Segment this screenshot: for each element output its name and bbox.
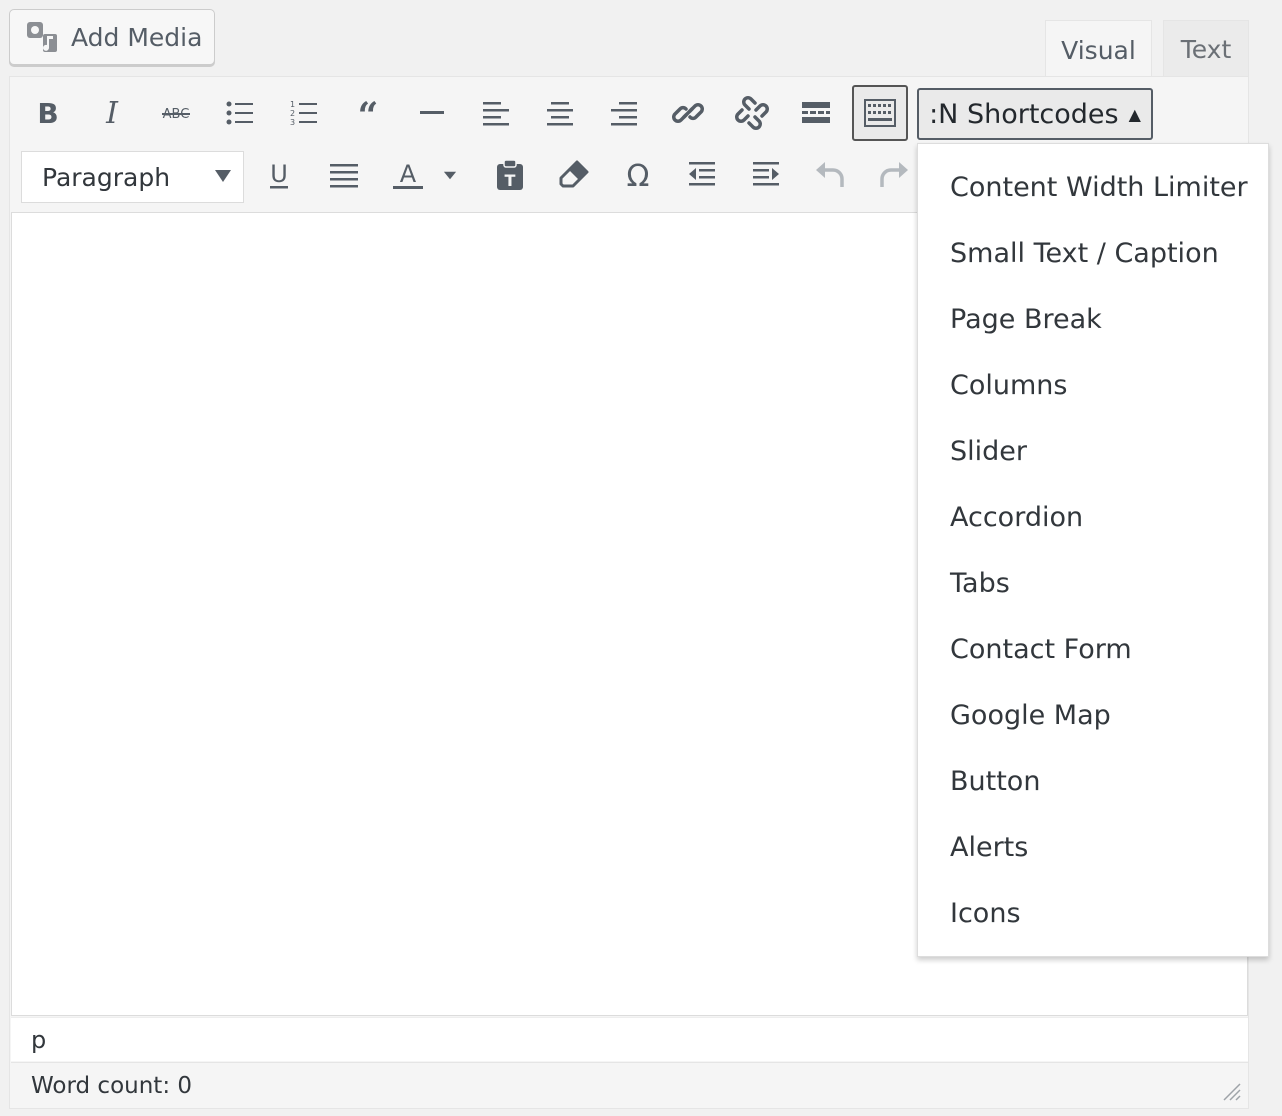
numbered-list-button[interactable]: 123 [276, 85, 332, 141]
status-bar: Word count: 0 [11, 1062, 1248, 1108]
undo-icon [816, 162, 844, 187]
blockquote-icon: “ [358, 96, 379, 130]
clear-formatting-button[interactable] [546, 147, 602, 203]
horizontal-line-icon [420, 111, 444, 114]
undo-button[interactable] [802, 147, 858, 203]
add-media-label: Add Media [71, 22, 203, 52]
svg-text:B: B [37, 97, 58, 130]
menu-item-content-width-limiter[interactable]: Content Width Limiter [918, 154, 1268, 220]
justify-icon [330, 164, 358, 188]
omega-icon: Ω [627, 159, 650, 192]
menu-item-button[interactable]: Button [918, 748, 1268, 814]
align-left-icon [483, 102, 509, 126]
link-icon [672, 103, 704, 123]
resize-handle-icon[interactable] [1220, 1080, 1242, 1102]
element-path-item[interactable]: p [31, 1026, 46, 1054]
underline-icon: U [270, 160, 288, 189]
bold-button[interactable]: B [20, 85, 76, 141]
indent-icon [753, 162, 779, 186]
menu-item-columns[interactable]: Columns [918, 352, 1268, 418]
svg-text:1: 1 [290, 100, 295, 109]
svg-text:A: A [400, 160, 417, 188]
align-center-button[interactable] [532, 85, 588, 141]
redo-button[interactable] [866, 147, 922, 203]
align-center-icon [547, 102, 573, 126]
svg-text:I: I [105, 96, 119, 130]
svg-text:3: 3 [290, 118, 295, 127]
bold-icon: B [37, 97, 58, 130]
horizontal-line-button[interactable] [404, 85, 460, 141]
svg-text:Ω: Ω [627, 159, 650, 192]
unlink-button[interactable] [724, 85, 780, 141]
svg-text:“: “ [358, 96, 379, 130]
menu-item-tabs[interactable]: Tabs [918, 550, 1268, 616]
unlink-icon [735, 96, 769, 130]
italic-button[interactable]: I [84, 85, 140, 141]
format-select-value: Paragraph [42, 162, 171, 192]
menu-item-alerts[interactable]: Alerts [918, 814, 1268, 880]
indent-button[interactable] [738, 147, 794, 203]
add-media-button[interactable]: Add Media [9, 9, 215, 65]
menu-item-slider[interactable]: Slider [918, 418, 1268, 484]
link-button[interactable] [660, 85, 716, 141]
text-color-icon: A [393, 160, 423, 189]
blockquote-button[interactable]: “ [340, 85, 396, 141]
paste-as-text-icon: T [497, 159, 523, 190]
align-right-button[interactable] [596, 85, 652, 141]
justify-button[interactable] [316, 147, 372, 203]
redo-icon [880, 162, 908, 187]
format-select[interactable]: Paragraph [21, 151, 244, 203]
menu-item-page-break[interactable]: Page Break [918, 286, 1268, 352]
element-path-bar: p [11, 1017, 1248, 1061]
strikethrough-button[interactable]: ABC [148, 85, 204, 141]
shortcodes-button[interactable]: :N Shortcodes ▲ [917, 88, 1153, 140]
shortcodes-menu: Content Width Limiter Small Text / Capti… [917, 143, 1269, 957]
menu-item-icons[interactable]: Icons [918, 880, 1268, 946]
toolbar-toggle-icon [864, 99, 896, 127]
menu-item-google-map[interactable]: Google Map [918, 682, 1268, 748]
chevron-down-icon [215, 170, 231, 182]
bulleted-list-icon [226, 101, 253, 125]
svg-text:2: 2 [290, 109, 295, 118]
bulleted-list-button[interactable] [212, 85, 268, 141]
menu-item-contact-form[interactable]: Contact Form [918, 616, 1268, 682]
menu-item-small-text-caption[interactable]: Small Text / Caption [918, 220, 1268, 286]
caret-down-icon [443, 171, 457, 180]
menu-item-accordion[interactable]: Accordion [918, 484, 1268, 550]
underline-button[interactable]: U [251, 147, 307, 203]
shortcodes-label: :N Shortcodes [929, 98, 1119, 130]
caret-up-icon: ▲ [1128, 104, 1141, 124]
outdent-icon [689, 162, 715, 186]
align-right-icon [611, 102, 637, 126]
italic-icon: I [105, 96, 119, 130]
media-icon [27, 22, 57, 52]
special-character-button[interactable]: Ω [610, 147, 666, 203]
outdent-button[interactable] [674, 147, 730, 203]
svg-text:U: U [270, 160, 288, 188]
text-color-button[interactable]: A [380, 147, 436, 203]
tab-text[interactable]: Text [1163, 20, 1249, 78]
strikethrough-icon: ABC [162, 107, 190, 122]
tab-visual[interactable]: Visual [1045, 20, 1152, 80]
read-more-button[interactable] [788, 85, 844, 141]
numbered-list-icon: 123 [290, 100, 317, 127]
align-left-button[interactable] [468, 85, 524, 141]
eraser-icon [559, 160, 589, 188]
text-color-dropdown[interactable] [436, 147, 464, 203]
read-more-icon [802, 102, 830, 123]
word-count: Word count: 0 [31, 1072, 193, 1099]
svg-text:T: T [505, 171, 516, 190]
paste-as-text-button[interactable]: T [482, 147, 538, 203]
toolbar-toggle-button[interactable] [852, 85, 908, 141]
toolbar-row-1: B I ABC 123 “:N Shortcodes ▲ [10, 85, 1248, 147]
